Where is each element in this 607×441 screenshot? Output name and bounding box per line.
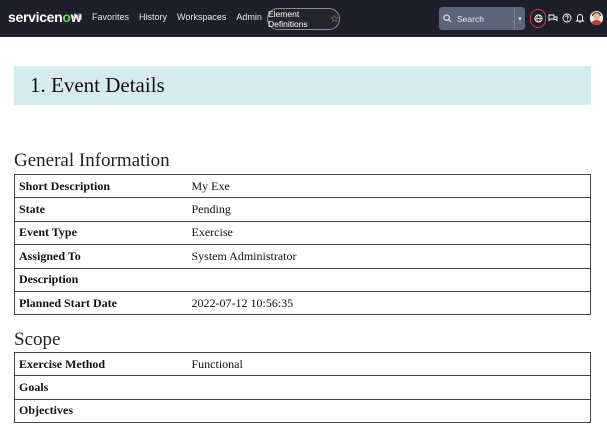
table-row: Assigned To System Administrator [14,244,591,269]
help-icon[interactable] [561,12,573,24]
nav-favorites[interactable]: Favorites [92,12,129,22]
field-value: 2022-07-12 10:56:35 [187,290,591,316]
page-title: 1. Event Details [30,73,165,97]
field-label: Objectives [14,398,188,424]
field-value [187,267,591,292]
field-label: State [14,197,188,222]
pill-label: Element Definitions [268,9,308,29]
field-label: Description [14,267,188,292]
field-label: Exercise Method [14,351,188,377]
table-row: Description [14,267,591,292]
field-value: Functional [187,351,591,377]
field-value: System Administrator [187,244,591,269]
nav-admin[interactable]: Admin [236,12,262,22]
element-definitions-pill[interactable]: Element Definitions ☆ [267,8,340,30]
event-details-header: 1. Event Details [14,66,591,105]
field-value [187,398,591,424]
scope-title: Scope [14,329,61,350]
globe-icon[interactable] [530,9,546,28]
table-row: State Pending [14,197,591,222]
field-value: Exercise [187,220,591,246]
chat-icon[interactable] [547,12,559,24]
nav-workspaces[interactable]: Workspaces [177,12,226,22]
general-information-title: General Information [14,150,170,171]
main-nav: All Favorites History Workspaces Admin [72,12,272,22]
field-value: Pending [187,197,591,222]
servicenow-logo[interactable]: servicenow [8,9,82,25]
field-label: Goals [14,375,188,400]
table-row: Goals [14,375,591,400]
logo-prefix: servicen [8,9,63,25]
logo-accent: o [62,9,71,25]
table-row: Objectives [14,398,591,424]
nav-all[interactable]: All [72,12,82,22]
field-value [187,375,591,400]
notifications-bell-icon[interactable] [574,12,586,24]
general-information-table: Short Description My Exe State Pending E… [14,173,591,316]
favorite-star-icon[interactable]: ☆ [330,14,339,25]
table-row: Short Description My Exe [14,173,591,199]
search-icon [443,14,455,23]
search-scope-dropdown[interactable]: ▾ [514,7,525,30]
top-navigation-bar: servicenow All Favorites History Workspa… [0,0,607,37]
field-label: Assigned To [14,244,188,269]
scope-table: Exercise Method Functional Goals Objecti… [14,351,591,424]
field-label: Planned Start Date [14,290,188,316]
field-value: My Exe [187,173,591,199]
table-row: Exercise Method Functional [14,351,591,377]
user-avatar[interactable] [590,11,603,25]
global-search[interactable]: Search ▾ [439,7,525,30]
field-label: Short Description [14,173,188,199]
nav-history[interactable]: History [139,12,167,22]
table-row: Event Type Exercise [14,220,591,246]
table-row: Planned Start Date 2022-07-12 10:56:35 [14,290,591,316]
search-input[interactable]: Search [457,14,514,24]
field-label: Event Type [14,220,188,246]
